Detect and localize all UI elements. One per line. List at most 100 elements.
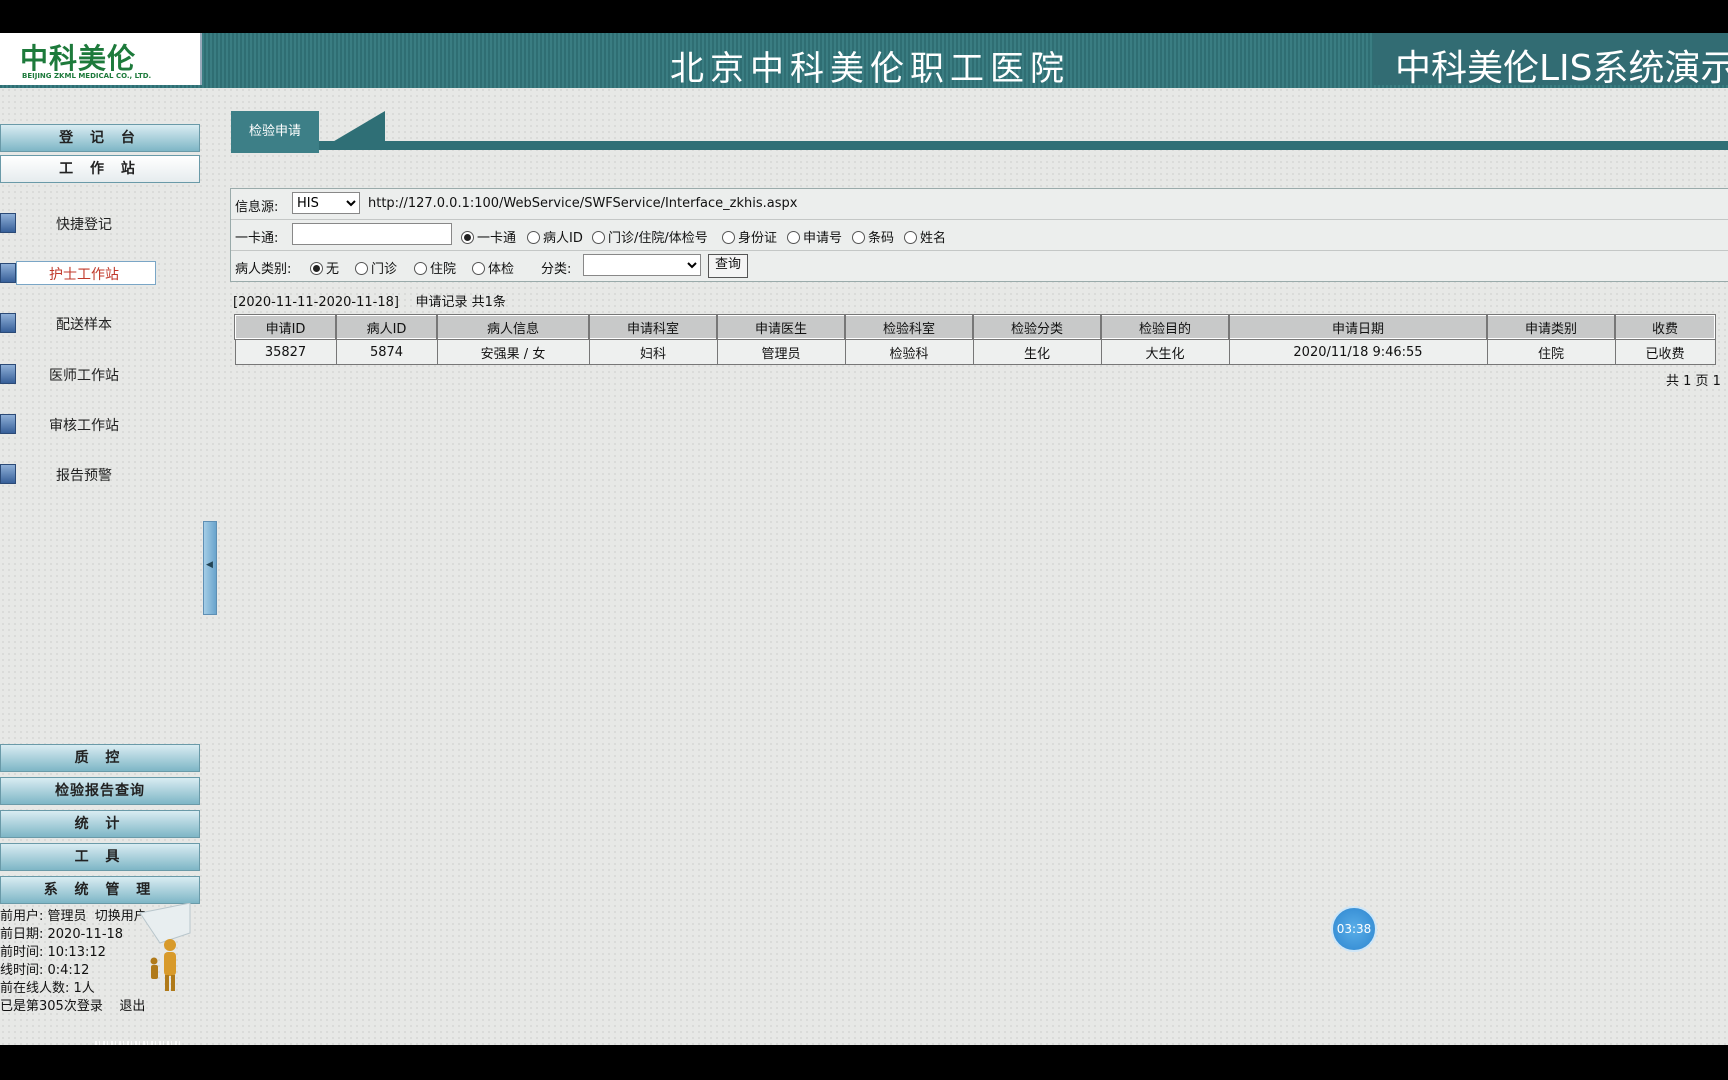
radio-id-card[interactable]: 身份证 xyxy=(722,227,777,246)
radio-request-number[interactable]: 申请号 xyxy=(787,227,842,246)
card-label: 一卡通: xyxy=(235,231,279,246)
radio-barcode[interactable]: 条码 xyxy=(852,227,894,246)
col-patient-info[interactable]: 病人信息 xyxy=(436,314,590,340)
sidebar-item-label: 快捷登记 xyxy=(56,217,112,233)
category-select[interactable] xyxy=(583,254,701,276)
logo-text: 中科美伦 xyxy=(20,42,137,75)
cell-charge: 已收费 xyxy=(1614,338,1716,365)
request-table: 申请ID 病人ID 病人信息 申请科室 申请医生 检验科室 检验分类 检验目的 … xyxy=(234,314,1716,365)
radio-type-outpatient[interactable]: 门诊 xyxy=(355,258,397,277)
radio-label: 身份证 xyxy=(738,231,778,246)
radio-label: 无 xyxy=(326,262,340,277)
col-lab-category[interactable]: 检验分类 xyxy=(972,314,1102,340)
radio-icon xyxy=(722,231,735,244)
users-illustration-icon xyxy=(139,903,191,991)
sidebar-item-label: 报告预警 xyxy=(56,468,112,484)
cell-request-dept: 妇科 xyxy=(588,338,718,365)
query-button[interactable]: 查询 xyxy=(708,254,749,278)
radio-type-none[interactable]: 无 xyxy=(310,258,339,277)
col-lab-purpose[interactable]: 检验目的 xyxy=(1100,314,1230,340)
sidebar-item-quick-register[interactable]: 快捷登记 xyxy=(0,211,200,237)
table-row[interactable]: 35827 5874 安强果 / 女 妇科 管理员 检验科 生化 大生化 202… xyxy=(234,338,1716,365)
col-request-type[interactable]: 申请类别 xyxy=(1486,314,1616,340)
radio-type-inpatient[interactable]: 住院 xyxy=(414,258,456,277)
radio-card[interactable]: 一卡通 xyxy=(461,227,516,246)
cell-lab-dept: 检验科 xyxy=(844,338,974,365)
logo: 中科美伦 BEIJING ZKML MEDICAL CO., LTD. xyxy=(0,33,202,85)
tab-strip xyxy=(319,141,1728,150)
chevron-left-icon: ◀ xyxy=(206,560,213,570)
radio-label: 条码 xyxy=(868,231,895,246)
cell-request-date: 2020/11/18 9:46:55 xyxy=(1228,338,1488,365)
sidebar: 登 记 台 工 作 站 快捷登记 护士工作站 配送样本 医师工作站 审核工作站 … xyxy=(0,88,202,1045)
header-banner: 中科美伦 BEIJING ZKML MEDICAL CO., LTD. 北京中科… xyxy=(0,33,1728,89)
hospital-title: 北京中科美伦职工医院 xyxy=(670,49,1070,89)
cell-lab-category: 生化 xyxy=(972,338,1102,365)
sidebar-item-label: 医师工作站 xyxy=(49,368,119,384)
radio-checked-icon xyxy=(461,231,474,244)
record-count: 申请记录 共1条 xyxy=(415,295,506,310)
col-request-dept[interactable]: 申请科室 xyxy=(588,314,718,340)
card-input[interactable] xyxy=(292,223,452,245)
col-patient-id[interactable]: 病人ID xyxy=(335,314,438,340)
source-select[interactable]: HIS xyxy=(292,192,360,214)
result-summary: [2020-11-11-2020-11-18] 申请记录 共1条 xyxy=(233,291,506,310)
logout-link[interactable]: 退出 xyxy=(119,999,145,1014)
nav-system-admin[interactable]: 系 统 管 理 xyxy=(0,876,200,904)
radio-visit-number[interactable]: 门诊/住院/体检号 xyxy=(592,227,708,246)
sidebar-item-label: 配送样本 xyxy=(56,317,112,333)
sidebar-item-report-alert[interactable]: 报告预警 xyxy=(0,462,200,488)
source-label: 信息源: xyxy=(235,200,279,215)
col-request-date[interactable]: 申请日期 xyxy=(1228,314,1488,340)
nav-report-query[interactable]: 检验报告查询 xyxy=(0,777,200,805)
radio-icon xyxy=(592,231,605,244)
nav-workstation[interactable]: 工 作 站 xyxy=(0,155,200,183)
cell-lab-purpose: 大生化 xyxy=(1100,338,1230,365)
radio-icon xyxy=(527,231,540,244)
nav-statistics[interactable]: 统 计 xyxy=(0,810,200,838)
app-window: 中科美伦 BEIJING ZKML MEDICAL CO., LTD. 北京中科… xyxy=(0,33,1728,1045)
table-header-row: 申请ID 病人ID 病人信息 申请科室 申请医生 检验科室 检验分类 检验目的 … xyxy=(234,314,1716,340)
current-user: 前用户: 管理员 xyxy=(0,909,87,924)
radio-icon xyxy=(904,231,917,244)
pager: 共 1 页 1 xyxy=(1666,374,1721,389)
radio-label: 体检 xyxy=(488,262,515,277)
nav-quality-control[interactable]: 质 控 xyxy=(0,744,200,772)
col-lab-dept[interactable]: 检验科室 xyxy=(844,314,974,340)
cell-request-type: 住院 xyxy=(1486,338,1616,365)
search-form: 信息源: HIS http://127.0.0.1:100/WebService… xyxy=(230,188,1728,282)
tab-lab-request[interactable]: 检验申请 xyxy=(231,111,319,153)
logo-subtext: BEIJING ZKML MEDICAL CO., LTD. xyxy=(22,72,152,80)
radio-icon xyxy=(472,262,485,275)
screen-top-border xyxy=(0,0,1728,33)
date-range: [2020-11-11-2020-11-18] xyxy=(233,295,399,310)
system-title: 中科美伦LIS系统演示 xyxy=(1395,48,1728,89)
radio-icon xyxy=(355,262,368,275)
sidebar-item-review-station[interactable]: 审核工作站 xyxy=(0,412,200,438)
radio-icon xyxy=(414,262,427,275)
source-row: 信息源: HIS http://127.0.0.1:100/WebService… xyxy=(231,189,1728,220)
radio-label: 病人ID xyxy=(543,231,583,246)
radio-label: 一卡通 xyxy=(477,231,517,246)
radio-label: 住院 xyxy=(430,262,457,277)
col-request-doctor[interactable]: 申请医生 xyxy=(716,314,846,340)
nav-register[interactable]: 登 记 台 xyxy=(0,124,200,152)
cell-request-id: 35827 xyxy=(234,338,337,365)
nav-tools[interactable]: 工 具 xyxy=(0,843,200,871)
patient-type-label: 病人类别: xyxy=(235,262,292,277)
sidebar-item-physician-station[interactable]: 医师工作站 xyxy=(0,362,200,388)
sidebar-item-nurse-station[interactable]: 护士工作站 xyxy=(0,261,200,287)
radio-checked-icon xyxy=(310,262,323,275)
card-row: 一卡通: 一卡通 病人ID 门诊/住院/体检号 身份证 申请号 条码 姓名 xyxy=(231,220,1728,251)
radio-type-checkup[interactable]: 体检 xyxy=(472,258,514,277)
col-request-id[interactable]: 申请ID xyxy=(234,314,337,340)
radio-name[interactable]: 姓名 xyxy=(904,227,946,246)
col-charge[interactable]: 收费 xyxy=(1614,314,1716,340)
sidebar-item-deliver-sample[interactable]: 配送样本 xyxy=(0,311,200,337)
radio-label: 姓名 xyxy=(920,231,947,246)
radio-icon xyxy=(852,231,865,244)
radio-patient-id[interactable]: 病人ID xyxy=(527,227,583,246)
radio-label: 申请号 xyxy=(803,231,843,246)
source-url: http://127.0.0.1:100/WebService/SWFServi… xyxy=(368,196,798,211)
sidebar-collapse-handle[interactable]: ◀ xyxy=(203,521,217,615)
